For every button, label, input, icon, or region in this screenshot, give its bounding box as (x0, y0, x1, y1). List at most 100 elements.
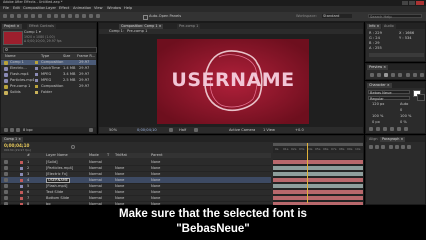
label-color-swatch[interactable] (20, 196, 23, 200)
justify-center-icon[interactable] (395, 145, 399, 149)
label-swatch[interactable] (35, 67, 38, 70)
new-composition-icon[interactable] (16, 128, 20, 132)
layer-duration-bar[interactable] (273, 160, 363, 164)
rotate-tool-icon[interactable] (24, 14, 28, 18)
list-item[interactable]: Electric... QuickTime 1.4 MB 29.97 (1, 66, 96, 71)
pen-tool-icon[interactable] (54, 14, 58, 18)
current-time-indicator[interactable] (307, 143, 308, 203)
faux-bold-icon[interactable] (369, 127, 373, 131)
bit-depth[interactable]: 8 bpc (23, 128, 33, 133)
leading[interactable]: Auto (400, 102, 408, 107)
zoom-level[interactable]: 50% (109, 128, 117, 133)
label-color-swatch[interactable] (20, 172, 23, 176)
track-area[interactable] (273, 159, 363, 207)
menu-layer[interactable]: Layer (46, 6, 56, 11)
layer-trkmat[interactable]: None (115, 196, 124, 201)
tab-audio[interactable]: Audio (382, 24, 396, 29)
visibility-eye-icon[interactable] (4, 166, 8, 170)
region-of-interest-icon[interactable] (194, 128, 198, 132)
project-search-input[interactable] (3, 47, 97, 53)
workspace-dropdown[interactable]: Standard (322, 14, 352, 18)
baseline-shift[interactable]: 0 px (372, 120, 380, 125)
tsume[interactable]: 0 % (400, 120, 407, 125)
all-caps-icon[interactable] (383, 127, 387, 131)
label-swatch[interactable] (35, 79, 38, 82)
play-icon[interactable] (384, 73, 388, 77)
faux-italic-icon[interactable] (376, 127, 380, 131)
menu-composition[interactable]: Composition (23, 6, 45, 11)
justify-left-icon[interactable] (389, 145, 393, 149)
layer-name[interactable]: [Electric Fx] (46, 172, 67, 177)
layer-mode[interactable]: Normal (89, 190, 102, 195)
label-swatch[interactable] (35, 73, 38, 76)
layer-name[interactable]: [Solid] (46, 160, 58, 165)
layer-duration-bar[interactable] (273, 178, 363, 182)
list-item[interactable]: Comp 1 Composition 29.97 (1, 60, 96, 65)
layer-duration-bar[interactable] (273, 172, 363, 176)
list-item[interactable]: Flash.mp4 MPEG 3.4 MB 29.97 (1, 72, 96, 77)
tab-effect-controls[interactable]: Effect Controls (27, 24, 56, 29)
layer-trkmat[interactable]: None (115, 184, 124, 189)
align-center-icon[interactable] (375, 145, 379, 149)
justify-all-icon[interactable] (407, 145, 411, 149)
tab-project[interactable]: Project × (2, 24, 22, 29)
menu-window[interactable]: Window (107, 6, 121, 11)
tracking[interactable]: 0 (400, 108, 402, 113)
vertical-scale[interactable]: 100 % (372, 114, 383, 119)
layer-duration-bar[interactable] (273, 196, 363, 200)
layer-mode[interactable]: Normal (89, 196, 102, 201)
tab-info[interactable]: Info × (367, 24, 382, 29)
previous-frame-icon[interactable] (377, 73, 381, 77)
layer-parent[interactable]: None (151, 172, 160, 177)
visibility-eye-icon[interactable] (4, 178, 8, 182)
zoom-tool-icon[interactable] (17, 14, 21, 18)
exposure[interactable]: +0.0 (295, 128, 304, 133)
small-caps-icon[interactable] (390, 127, 394, 131)
rectangle-tool-icon[interactable] (47, 14, 51, 18)
pan-behind-tool-icon[interactable] (38, 14, 42, 18)
label-color-swatch[interactable] (20, 166, 23, 170)
maximize-icon[interactable] (409, 1, 415, 5)
layer-name[interactable]: [Flash.mp4] (46, 184, 67, 189)
first-frame-icon[interactable] (370, 73, 374, 77)
layer-parent[interactable]: None (151, 178, 160, 183)
view-layout[interactable]: 1 View (263, 128, 275, 133)
label-swatch[interactable] (35, 91, 38, 94)
layer-parent[interactable]: None (151, 196, 160, 201)
list-item[interactable]: Pre-comp 1 Composition 29.97 (1, 84, 96, 89)
ram-preview-icon[interactable] (420, 73, 424, 77)
visibility-eye-icon[interactable] (4, 184, 8, 188)
window-controls[interactable] (402, 1, 424, 5)
composition-viewer[interactable]: USERNAME (157, 39, 309, 124)
next-frame-icon[interactable] (391, 73, 395, 77)
visibility-eye-icon[interactable] (4, 196, 8, 200)
visibility-eye-icon[interactable] (4, 160, 8, 164)
list-item[interactable]: Solids Folder (1, 90, 96, 95)
layer-name[interactable]: [Particles.mp4] (46, 166, 73, 171)
tab-align[interactable]: Align (367, 137, 380, 142)
selection-tool-icon[interactable] (3, 14, 7, 18)
stroke-color-swatch[interactable] (417, 94, 425, 101)
column-name[interactable]: Name (5, 54, 16, 59)
font-style-dropdown[interactable]: Regular (368, 96, 410, 101)
label-color-swatch[interactable] (20, 178, 23, 182)
tab-character[interactable]: Character × (367, 83, 392, 88)
superscript-icon[interactable] (397, 127, 401, 131)
layer-mode[interactable]: Normal (89, 172, 102, 177)
tab-paragraph[interactable]: Paragraph × (380, 137, 406, 142)
font-size[interactable]: 120 px (372, 102, 384, 107)
layer-name[interactable]: Text Slide (46, 190, 63, 195)
audio-icon[interactable] (406, 73, 410, 77)
layer-mode[interactable]: Normal (89, 166, 102, 171)
menu-edit[interactable]: Edit (13, 6, 20, 11)
eraser-tool-icon[interactable] (82, 14, 86, 18)
layer-duration-bar[interactable] (273, 190, 363, 194)
column-size[interactable]: Size (63, 54, 70, 59)
label-color-swatch[interactable] (20, 160, 23, 164)
layer-name[interactable]: Bottom Slide (46, 196, 69, 201)
list-item[interactable]: Particles.mp4 MPEG 2.5 MB 29.97 (1, 78, 96, 83)
hand-tool-icon[interactable] (10, 14, 14, 18)
layer-parent[interactable]: None (151, 160, 160, 165)
roto-brush-tool-icon[interactable] (89, 14, 93, 18)
search-help-input[interactable]: Search Help (368, 14, 422, 19)
